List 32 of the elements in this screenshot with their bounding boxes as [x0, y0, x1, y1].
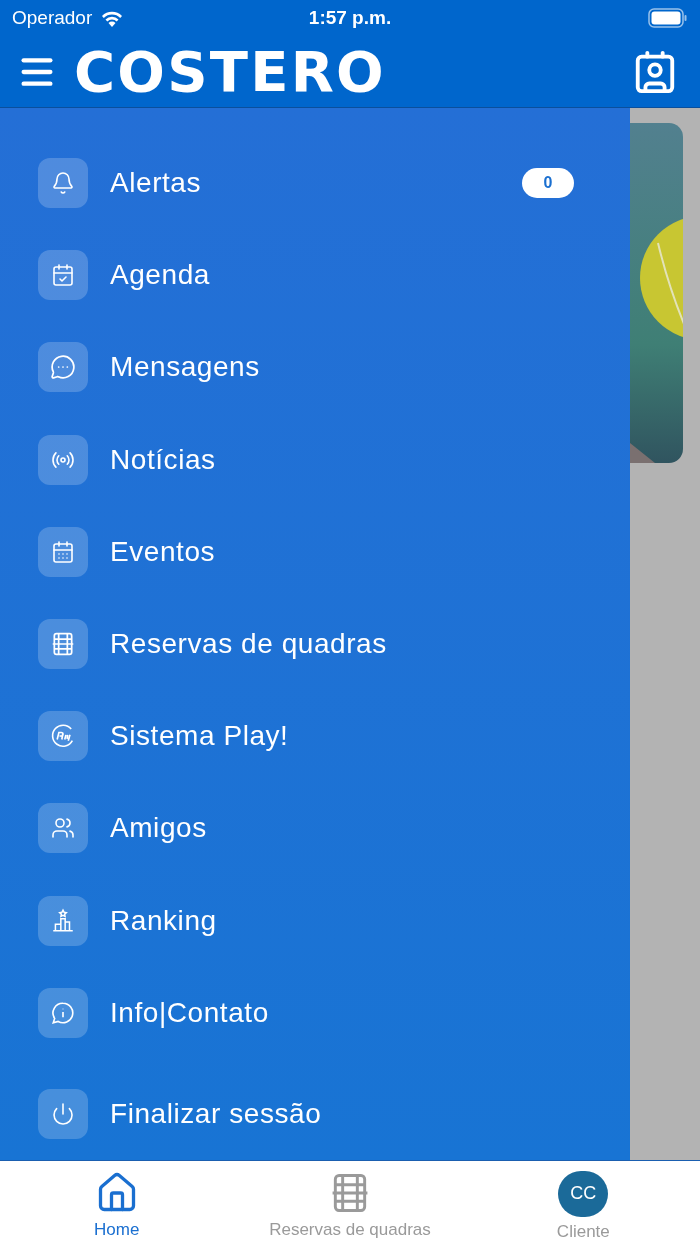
tab[interactable]: Home [0, 1161, 234, 1244]
menu-item[interactable]: Notícias [38, 413, 574, 506]
menu-item[interactable]: Alertas 0 [38, 137, 574, 230]
power-icon [38, 1088, 88, 1139]
menu-item[interactable]: Finalizar sessão [38, 1067, 574, 1161]
tab[interactable]: CC Cliente [466, 1161, 700, 1244]
menu-item[interactable]: Amigos [38, 782, 574, 875]
play-icon [38, 711, 88, 762]
status-time: 1:57 p.m. [307, 5, 393, 30]
battery-icon [648, 8, 688, 28]
calendar-check-icon [38, 250, 88, 301]
menu-item[interactable]: Info|Contato [38, 966, 574, 1059]
count-badge: 0 [522, 168, 574, 199]
info-chat-icon [38, 987, 88, 1038]
logo: COSTERO [74, 43, 386, 100]
bell-icon [38, 158, 88, 209]
carrier-name: Operador [12, 5, 93, 30]
menu-item[interactable]: Mensagens [38, 321, 574, 414]
menu-item[interactable]: Eventos [38, 505, 574, 598]
tab[interactable]: Reservas de quadras [233, 1161, 467, 1244]
people-icon [38, 803, 88, 854]
broadcast-icon [38, 434, 88, 485]
menu-item[interactable]: Reservas de quadras [38, 597, 574, 691]
calendar-icon [38, 526, 88, 577]
menu-item[interactable]: Ranking [38, 874, 574, 967]
court-icon [38, 619, 88, 670]
avatar: CC [558, 1171, 609, 1217]
menu-item[interactable]: Sistema Play! [38, 690, 574, 783]
wifi-icon [100, 9, 125, 27]
podium-icon [38, 895, 88, 946]
menu-item[interactable]: Agenda [38, 229, 574, 322]
chat-icon [38, 342, 88, 393]
